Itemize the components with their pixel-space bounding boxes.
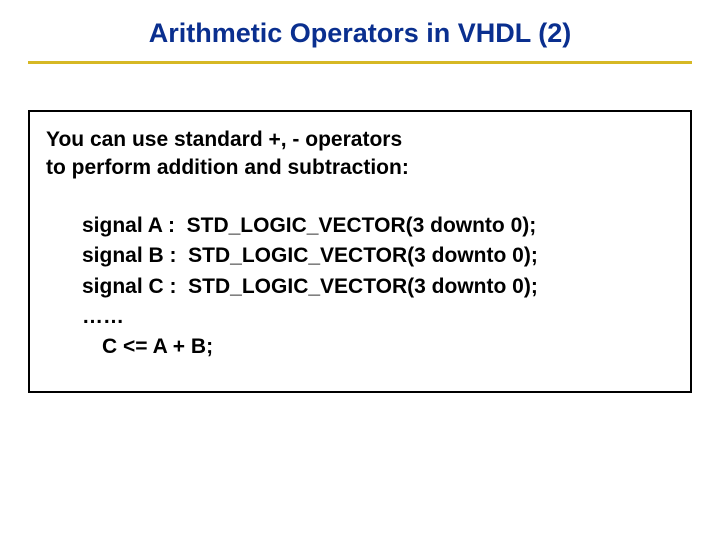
code-block: signal A : STD_LOGIC_VECTOR(3 downto 0);… — [46, 211, 674, 363]
signal-decl-b: signal B : STD_LOGIC_VECTOR(3 downto 0); — [82, 241, 674, 271]
slide-title: Arithmetic Operators in VHDL (2) — [68, 18, 652, 61]
assignment-stmt: C <= A + B; — [82, 332, 674, 362]
signal-decl-c: signal C : STD_LOGIC_VECTOR(3 downto 0); — [82, 272, 674, 302]
content-frame: You can use standard +, - operators to p… — [28, 110, 692, 393]
intro-line-2: to perform addition and subtraction: — [46, 154, 674, 182]
intro-line-1: You can use standard +, - operators — [46, 126, 674, 154]
ellipsis: …… — [82, 302, 674, 332]
signal-decl-a: signal A : STD_LOGIC_VECTOR(3 downto 0); — [82, 211, 674, 241]
intro-text: You can use standard +, - operators to p… — [46, 126, 674, 183]
title-underline — [28, 61, 692, 64]
